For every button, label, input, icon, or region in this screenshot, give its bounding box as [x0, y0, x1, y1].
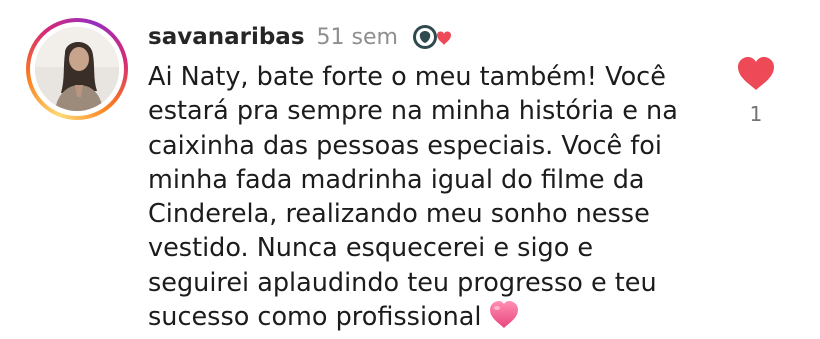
like-area: 1	[733, 56, 779, 126]
heart-filled-icon[interactable]	[736, 56, 776, 92]
comment-line: estará pra sempre na minha história e na	[148, 96, 678, 127]
like-count[interactable]: 1	[733, 102, 779, 126]
avatar[interactable]	[26, 18, 128, 120]
pink-heart-emoji-icon	[488, 300, 520, 339]
avatar-ring-gap	[30, 22, 124, 116]
comment-header: savanaribas 51 sem	[148, 20, 456, 54]
comment-line-text: sucesso como profissional	[148, 302, 482, 333]
creator-heart-badge-icon	[410, 22, 456, 52]
comment-line: vestido. Nunca esquecerei e sigo e	[148, 233, 594, 264]
comment-line: caixinha das pessoas especiais. Você foi	[148, 130, 662, 161]
comment-line: seguirei aplaudindo teu progresso e teu	[148, 267, 657, 298]
comment-text: Ai Naty, bate forte o meu também! Você e…	[148, 60, 728, 339]
timestamp: 51 sem	[316, 24, 398, 50]
comment-line: Cinderela, realizando meu sonho nesse	[148, 199, 650, 230]
comment-line-last: sucesso como profissional	[148, 300, 728, 339]
username-link[interactable]: savanaribas	[148, 24, 305, 50]
avatar-photo	[35, 27, 119, 111]
comment-line: Ai Naty, bate forte o meu também! Você	[148, 62, 666, 92]
comment-line: minha fada madrinha igual do filme da	[148, 164, 645, 195]
comment-item: savanaribas 51 sem Ai Naty, bate forte o…	[0, 0, 820, 339]
